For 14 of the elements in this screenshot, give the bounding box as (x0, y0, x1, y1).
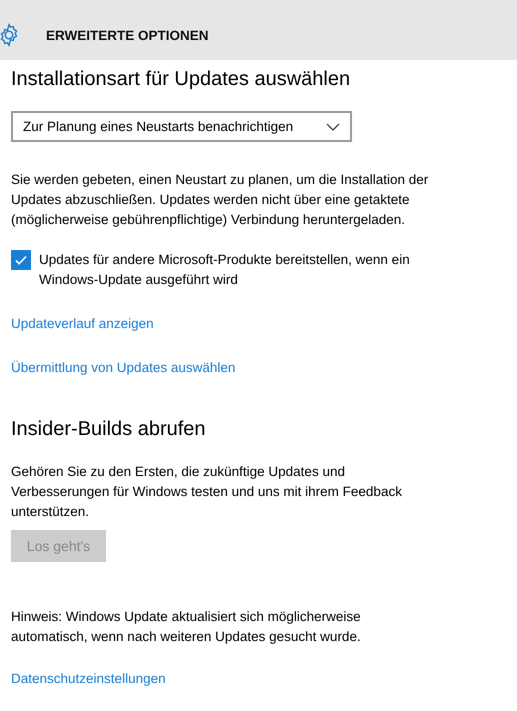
checkbox-label: Updates für andere Microsoft-Produkte bereitstellen, wenn ein Windows-Update ausgeführt wird (39, 251, 411, 289)
privacy-link[interactable]: Datenschutzeinstellungen (11, 669, 506, 689)
description-text: Sie werden gebeten, einen Neustart zu planen, um die Installation der Updates abzuschließen. Updates werden nicht über eine getaktete (möglicherweise gebührenpflichtige) Verbindung heruntergeladen. (11, 171, 430, 229)
install-type-dropdown[interactable]: Zur Planung eines Neustarts benachrichtigen (11, 111, 352, 142)
section-heading: Installationsart für Updates auswählen (11, 67, 352, 92)
chevron-icon (326, 122, 340, 130)
checkmark-icon (14, 253, 28, 267)
link[interactable]: Übermittlung von Updates auswählen (11, 358, 506, 378)
description-text: Gehören Sie zu den Ersten, die zukünftige Updates und Verbesserungen für Windows testen und uns mit ihrem Feedback unterstützen. (11, 463, 403, 521)
page-title: ERWEITERTE OPTIONEN (46, 28, 209, 42)
section-heading: Insider-Builds abrufen (11, 417, 207, 442)
link[interactable]: Updateverlauf anzeigen (11, 314, 506, 334)
note-text: Hinweis: Windows Update aktualisiert sich möglicherweise automatisch, wenn nach weiteren Updates gesucht wurde. (11, 608, 362, 646)
checkbox[interactable] (11, 250, 31, 270)
